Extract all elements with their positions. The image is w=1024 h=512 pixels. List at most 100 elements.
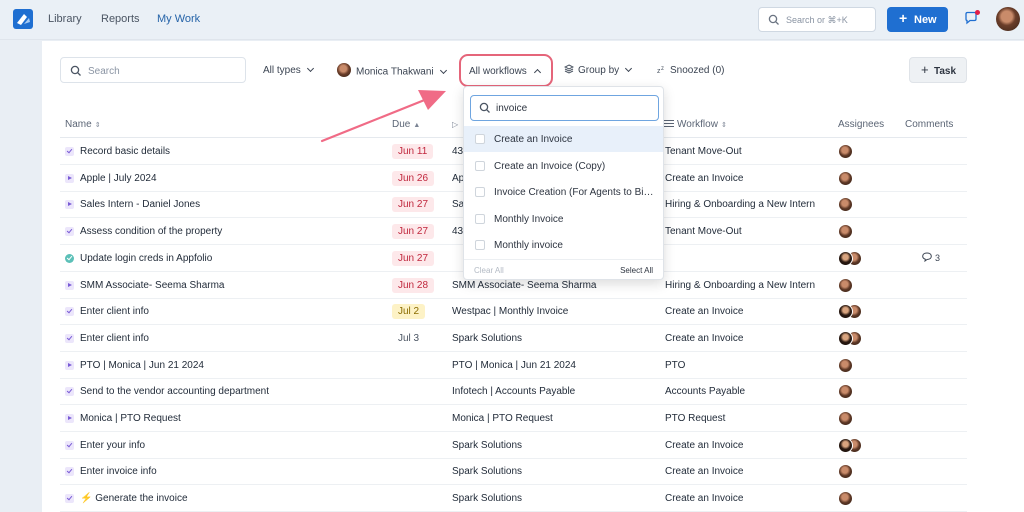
- project-name[interactable]: Spark Solutions: [452, 466, 522, 477]
- assignee-avatar[interactable]: [838, 437, 853, 453]
- project-name[interactable]: SMM Associate- Seema Sharma: [452, 280, 597, 291]
- nav-reports[interactable]: Reports: [101, 13, 140, 25]
- project-name[interactable]: PTO | Monica | Jun 21 2024: [452, 360, 576, 371]
- assignee-avatar[interactable]: [838, 357, 853, 373]
- assignee-filter[interactable]: Monica Thakwani: [337, 63, 447, 79]
- top-bar: Library Reports My Work Search or ⌘+K + …: [0, 0, 1024, 40]
- task-search-input[interactable]: Search: [60, 57, 246, 83]
- select-all-button[interactable]: Select All: [620, 266, 653, 275]
- clear-all-button[interactable]: Clear All: [474, 266, 504, 275]
- task-name[interactable]: ⚡ Generate the invoice: [80, 493, 188, 504]
- column-header-comments[interactable]: Comments: [905, 119, 953, 130]
- project-name[interactable]: 43: [452, 226, 463, 237]
- project-name[interactable]: 43: [452, 146, 463, 157]
- workflow-name: Tenant Move-Out: [665, 226, 742, 238]
- project-name[interactable]: Spark Solutions: [452, 333, 522, 344]
- checkbox[interactable]: [475, 160, 485, 171]
- table-row[interactable]: Enter your info Spark Solutions Create an …: [60, 432, 967, 459]
- workflow-option[interactable]: Create an Invoice: [464, 126, 663, 152]
- checkbox[interactable]: [475, 240, 485, 251]
- task-search-placeholder: Search: [88, 66, 120, 77]
- workflow-name: Hiring & Onboarding a New Intern: [665, 199, 816, 211]
- task-name[interactable]: Enter client info: [80, 306, 149, 317]
- workflow-name: Create an Invoice: [665, 172, 744, 184]
- nav-my-work[interactable]: My Work: [157, 13, 200, 25]
- project-name[interactable]: Westpac | Monthly Invoice: [452, 306, 568, 317]
- due-date-badge: Jun 28: [392, 277, 435, 293]
- due-date-badge: Jul 2: [392, 304, 426, 320]
- chevron-down-icon: [439, 66, 447, 74]
- layers-icon: [563, 64, 575, 74]
- add-task-button[interactable]: + Task: [909, 57, 967, 83]
- table-row[interactable]: PTO | Monica | Jun 21 2024 PTO | Monica |…: [60, 352, 967, 379]
- project-name[interactable]: Infotech | Accounts Payable: [452, 386, 575, 397]
- task-name[interactable]: Record basic details: [80, 146, 170, 157]
- workflow-option-label: Create an Invoice (Copy): [494, 160, 606, 172]
- task-name[interactable]: Assess condition of the property: [80, 226, 222, 237]
- task-name[interactable]: Update login creds in Appfolio: [80, 253, 212, 264]
- workflow-search-input[interactable]: invoice: [470, 95, 659, 121]
- task-name[interactable]: Enter client info: [80, 333, 149, 344]
- workflow-name: Hiring & Onboarding a New Intern: [665, 279, 816, 291]
- workflow-name: Create an Invoice: [665, 493, 744, 505]
- project-name[interactable]: Spark Solutions: [452, 493, 522, 504]
- task-name[interactable]: Enter your info: [80, 440, 145, 451]
- nav-library[interactable]: Library: [48, 13, 82, 25]
- checkbox[interactable]: [475, 134, 485, 144]
- checkbox[interactable]: [475, 187, 485, 198]
- checkbox[interactable]: [475, 213, 485, 224]
- column-workflow-label: Workflow: [677, 119, 718, 130]
- assignee-avatar[interactable]: [838, 411, 853, 426]
- task-name[interactable]: Send to the vendor accounting department: [80, 386, 269, 397]
- assignee-avatar[interactable]: [838, 330, 853, 346]
- project-name[interactable]: Monica | PTO Request: [452, 413, 553, 424]
- task-name[interactable]: Apple | July 2024: [80, 173, 157, 184]
- assignee-avatar: [337, 63, 351, 77]
- assignee-avatar[interactable]: [838, 464, 853, 480]
- global-search-input[interactable]: Search or ⌘+K: [758, 7, 876, 32]
- task-name[interactable]: Sales Intern - Daniel Jones: [80, 199, 200, 210]
- table-row[interactable]: Enter client info Jul 3 Spark Solutions Cre…: [60, 325, 967, 352]
- app-logo-icon[interactable]: [12, 8, 34, 30]
- assignee-avatar[interactable]: [838, 224, 853, 240]
- assignee-avatar[interactable]: [838, 250, 853, 266]
- workflow-filter[interactable]: All workflows: [459, 54, 553, 87]
- workflow-option-label: Invoice Creation (For Agents to Bill...: [494, 187, 654, 199]
- workflow-name: PTO: [665, 359, 686, 371]
- notification-dot: [975, 10, 980, 15]
- sort-ascending-icon: ▲: [413, 122, 421, 129]
- workflow-option[interactable]: Monthly Invoice: [464, 206, 663, 232]
- column-header-name[interactable]: Name ⇕: [65, 119, 101, 130]
- table-row[interactable]: Send to the vendor accounting department…: [60, 378, 967, 406]
- table-row[interactable]: Enter invoice info Spark Solutions Create …: [60, 458, 967, 486]
- table-row[interactable]: Monica | PTO Request Monica | PTO Request…: [60, 405, 967, 432]
- task-name[interactable]: Enter invoice info: [80, 466, 157, 477]
- comments-count[interactable]: 3: [922, 253, 940, 264]
- new-button[interactable]: + New: [887, 7, 948, 32]
- type-filter[interactable]: All types: [263, 64, 314, 76]
- table-row[interactable]: Enter client info Jul 2 Westpac | Monthly …: [60, 298, 967, 326]
- workflow-option[interactable]: Invoice Creation (For Agents to Bill...: [464, 179, 663, 205]
- column-header-workflow[interactable]: Workflow ⇕: [664, 119, 727, 130]
- task-name[interactable]: Monica | PTO Request: [80, 413, 181, 424]
- column-header-project-icon[interactable]: ▷: [452, 119, 458, 130]
- sort-icon: ⇕: [720, 122, 727, 129]
- column-header-assignees[interactable]: Assignees: [838, 119, 884, 130]
- task-name[interactable]: SMM Associate- Seema Sharma: [80, 280, 225, 291]
- table-row[interactable]: ⚡ Generate the invoice Spark Solutions Cre…: [60, 485, 967, 512]
- assignee-avatar[interactable]: [838, 491, 853, 507]
- due-date-badge: Jul 3: [398, 332, 420, 344]
- workflow-option[interactable]: Create an Invoice (Copy): [464, 153, 663, 179]
- assignee-avatar[interactable]: [838, 197, 853, 213]
- project-name[interactable]: Spark Solutions: [452, 440, 522, 451]
- assignee-avatar[interactable]: [838, 384, 853, 400]
- group-by-filter[interactable]: Group by: [563, 64, 633, 76]
- user-avatar[interactable]: [996, 7, 1020, 31]
- workflow-option[interactable]: Monthly invoice: [464, 232, 663, 258]
- assignee-avatar[interactable]: [838, 277, 853, 293]
- snoozed-filter[interactable]: z z Snoozed (0): [657, 65, 724, 76]
- column-header-due[interactable]: Due ▲: [392, 119, 420, 130]
- assignee-avatar[interactable]: [838, 170, 853, 186]
- task-name[interactable]: PTO | Monica | Jun 21 2024: [80, 360, 204, 371]
- assignee-avatar[interactable]: [838, 144, 853, 159]
